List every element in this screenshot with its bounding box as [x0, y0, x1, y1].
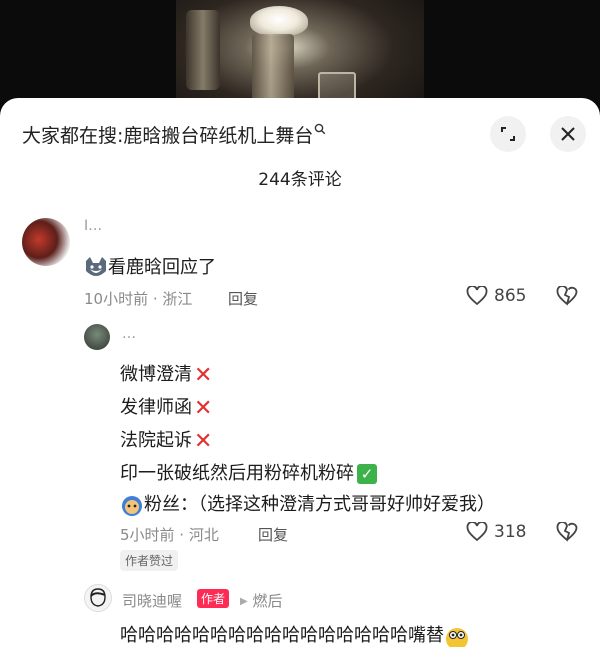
close-icon: [561, 127, 575, 141]
expand-icon: [501, 127, 515, 141]
comment-line-text: 法院起诉: [120, 430, 192, 451]
avatar[interactable]: [84, 584, 112, 612]
comment-line-text: 印一张破纸然后用粉碎机粉碎: [120, 463, 354, 484]
comment-line: 法院起诉✕: [120, 426, 212, 454]
search-prefix: 大家都在搜:: [22, 125, 124, 147]
video-bottle: [186, 10, 220, 90]
like-button[interactable]: 318: [466, 522, 526, 542]
comment-body: 看鹿晗回应了: [108, 257, 216, 278]
check-mark-icon: ✓: [357, 464, 377, 484]
comment-line: 粉丝：（选择这种澄清方式哥哥好帅好爱我）: [120, 490, 495, 516]
husky-emoji-icon: [86, 257, 106, 276]
author-liked-badge: 作者赞过: [120, 550, 179, 571]
reply-target-name: 燃后: [252, 592, 283, 610]
comment-line-text: 粉丝：（选择这种澄清方式哥哥好帅好爱我）: [144, 494, 495, 515]
close-button[interactable]: [550, 116, 586, 152]
reply-target: ▶ 燃后: [240, 590, 283, 611]
comment-meta: 10小时前 · 浙江: [84, 290, 193, 308]
blue-face-emoji-icon: [122, 496, 142, 516]
heart-icon: [466, 286, 488, 306]
like-count: 318: [494, 522, 527, 542]
comment-username[interactable]: I…: [84, 218, 102, 234]
cross-mark-icon: ✕: [194, 395, 213, 421]
cross-mark-icon: ✕: [194, 428, 213, 454]
comment-line-text: 微博澄清: [120, 364, 192, 385]
avatar[interactable]: [84, 324, 110, 350]
video-glass: [252, 34, 294, 104]
comment-count: 244条评论: [258, 170, 342, 190]
comment-body: 哈哈哈哈哈哈哈哈哈哈哈哈哈哈哈哈嘴替: [120, 625, 444, 646]
search-suggestion[interactable]: 大家都在搜:鹿晗搬台碎纸机上舞台: [22, 121, 326, 148]
sketch-face-icon: [90, 588, 106, 607]
dislike-button[interactable]: [556, 285, 578, 310]
comment-line: 哈哈哈哈哈哈哈哈哈哈哈哈哈哈哈哈嘴替: [120, 621, 470, 647]
comment-username[interactable]: …: [122, 326, 136, 342]
reply-button[interactable]: 回复: [258, 524, 288, 545]
comment-line: 印一张破纸然后用粉碎机粉碎 ✓: [120, 459, 377, 485]
like-count: 865: [494, 286, 527, 306]
video-lamp: [250, 6, 308, 36]
peek-emoji-icon: [446, 628, 468, 647]
play-arrow-icon: ▶: [240, 596, 248, 607]
comment-meta: 5小时前 · 河北: [120, 526, 219, 544]
comment-username[interactable]: 司晓迪喔: [122, 590, 182, 611]
cross-mark-icon: ✕: [194, 362, 213, 388]
comment-line: 微博澄清✕: [120, 360, 212, 388]
fullscreen-button[interactable]: [490, 116, 526, 152]
comment-line: 发律师函✕: [120, 393, 212, 421]
search-icon: [315, 123, 326, 135]
heart-icon: [466, 522, 488, 542]
avatar[interactable]: [22, 218, 70, 266]
comment-text: 看鹿晗回应了: [84, 253, 216, 279]
author-tag: 作者: [197, 589, 230, 608]
dislike-button[interactable]: [556, 521, 578, 546]
reply-button[interactable]: 回复: [228, 288, 258, 309]
broken-heart-icon: [556, 285, 578, 306]
broken-heart-icon: [556, 521, 578, 542]
comment-line-text: 发律师函: [120, 397, 192, 418]
search-query: 鹿晗搬台碎纸机上舞台: [123, 125, 314, 147]
like-button[interactable]: 865: [466, 286, 526, 306]
